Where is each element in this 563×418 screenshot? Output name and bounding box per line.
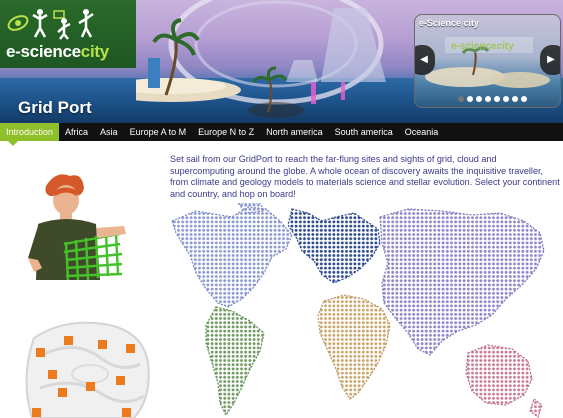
- page-title: Grid Port: [18, 98, 92, 117]
- arrow-right-icon: ▶: [547, 54, 555, 65]
- arrow-left-icon: ◀: [420, 54, 428, 65]
- tab-asia[interactable]: Asia: [94, 123, 124, 141]
- slideshow-next-button[interactable]: ▶: [540, 45, 560, 75]
- intro-paragraph: Set sail from our GridPort to reach the …: [170, 154, 560, 199]
- world-map: [171, 203, 545, 418]
- tab-europe-a-to-m[interactable]: Europe A to M: [124, 123, 193, 141]
- city-minimap-illustration: [25, 321, 150, 418]
- tab-south-america[interactable]: South america: [329, 123, 399, 141]
- slideshow-image: e-sciencecity: [425, 37, 550, 88]
- slideshow-title: e-Science city: [419, 18, 480, 28]
- header-banner: e-sciencecity Grid Port e-sciencecity e-…: [0, 0, 563, 123]
- continent-africa[interactable]: [317, 294, 391, 400]
- logo-figures-icon: [7, 9, 94, 40]
- avatar-illustration: [28, 174, 126, 281]
- tab-africa[interactable]: Africa: [59, 123, 94, 141]
- slideshow-prev-button[interactable]: ◀: [415, 45, 435, 75]
- continent-north-america[interactable]: [171, 203, 293, 308]
- banner-scene-image: [136, 0, 386, 118]
- tab-north-america[interactable]: North america: [260, 123, 329, 141]
- slideshow-dot[interactable]: [503, 96, 509, 102]
- slideshow-dot[interactable]: [494, 96, 500, 102]
- site-logo[interactable]: e-sciencecity: [0, 0, 136, 68]
- logo-wordmark: e-sciencecity: [6, 42, 109, 62]
- featured-slideshow[interactable]: e-sciencecity e-Science city ◀ ▶: [414, 14, 561, 108]
- slideshow-dot[interactable]: [512, 96, 518, 102]
- continent-asia[interactable]: [379, 208, 545, 356]
- slideshow-pagination: [458, 96, 527, 102]
- tab-oceania[interactable]: Oceania: [399, 123, 445, 141]
- slideshow-dot[interactable]: [458, 96, 464, 102]
- logo-wordmark-main: e-science: [6, 42, 81, 61]
- slideshow-dot[interactable]: [485, 96, 491, 102]
- slideshow-dot[interactable]: [476, 96, 482, 102]
- slideshow-dot[interactable]: [521, 96, 527, 102]
- tab-introduction[interactable]: Introduction: [0, 123, 60, 146]
- continent-south-america[interactable]: [205, 306, 265, 417]
- continent-europe[interactable]: [287, 208, 381, 284]
- continent-oceania[interactable]: [465, 344, 543, 418]
- slideshow-dot[interactable]: [467, 96, 473, 102]
- logo-wordmark-accent: city: [80, 42, 109, 61]
- tab-europe-n-to-z[interactable]: Europe N to Z: [192, 123, 260, 141]
- continent-tabs: Introduction Africa Asia Europe A to M Europ…: [0, 123, 563, 146]
- slideshow-overlay-text: e-sciencecity: [451, 41, 514, 52]
